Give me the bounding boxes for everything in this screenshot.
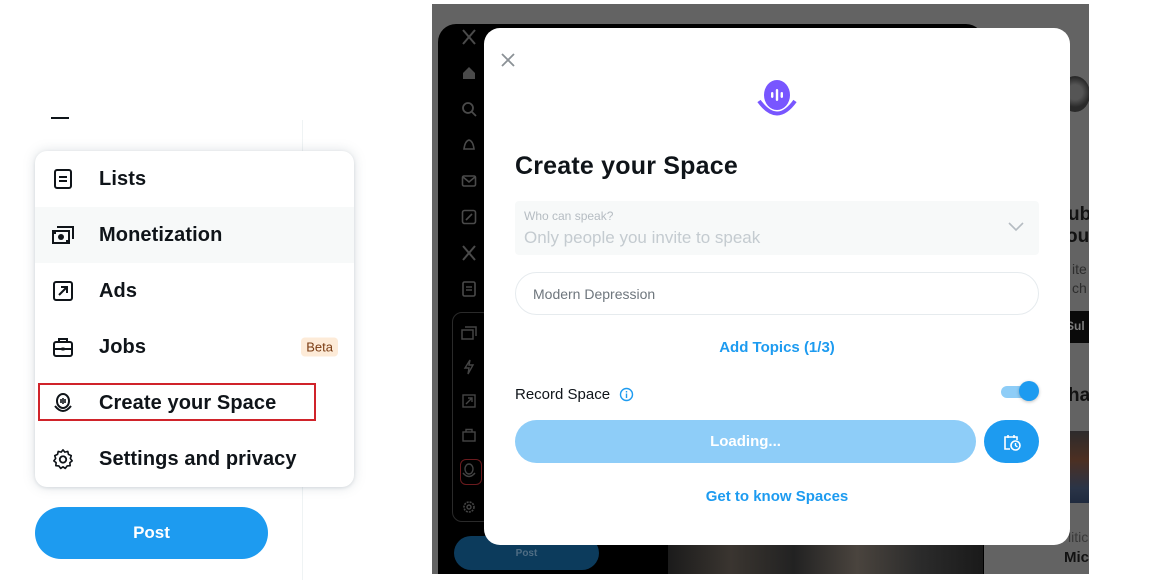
menu-item-ads[interactable]: Ads xyxy=(35,263,354,319)
info-icon[interactable] xyxy=(619,387,634,402)
background-text-fragment: ite xyxy=(1072,261,1087,277)
get-to-know-spaces-link[interactable]: Get to know Spaces xyxy=(484,488,1070,505)
ads-arrow-icon xyxy=(51,279,75,303)
post-button[interactable]: Post xyxy=(35,507,268,559)
add-topics-link[interactable]: Add Topics (1/3) xyxy=(484,339,1070,356)
menu-item-label: Ads xyxy=(99,279,138,302)
menu-item-lists[interactable]: Lists xyxy=(35,151,354,207)
menu-item-label: Settings and privacy xyxy=(99,447,297,470)
background-highlight-box xyxy=(460,459,482,485)
who-can-speak-select[interactable]: Who can speak? Only people you invite to… xyxy=(515,201,1039,255)
background-heading-fragment: ub xyxy=(1068,204,1089,225)
menu-item-jobs[interactable]: Jobs Beta xyxy=(35,319,354,375)
menu-item-create-space[interactable]: Create your Space xyxy=(35,375,354,431)
briefcase-icon xyxy=(51,335,75,359)
left-panel: Lists Monetization Ads Jobs Beta Create … xyxy=(0,0,420,580)
menu-item-label: Monetization xyxy=(99,223,223,246)
start-space-button[interactable]: Loading... xyxy=(515,420,976,463)
create-space-modal: Create your Space Who can speak? Only pe… xyxy=(484,28,1070,545)
schedule-space-button[interactable] xyxy=(984,420,1039,463)
menu-item-settings[interactable]: Settings and privacy xyxy=(35,431,354,487)
home-icon xyxy=(458,62,480,84)
space-name-input[interactable] xyxy=(515,272,1039,315)
menu-item-monetization[interactable]: Monetization xyxy=(35,207,354,263)
premium-x-icon xyxy=(458,242,480,264)
record-space-row: Record Space xyxy=(515,384,634,404)
menu-partial-icon xyxy=(51,117,69,119)
background-photo xyxy=(668,544,983,574)
lists-icon xyxy=(458,278,480,300)
background-name-fragment: Miche xyxy=(1064,549,1089,566)
chevron-down-icon xyxy=(1008,222,1024,232)
record-space-label: Record Space xyxy=(515,385,611,403)
menu-item-label: Jobs xyxy=(99,335,147,358)
list-icon xyxy=(51,167,75,191)
gear-icon xyxy=(51,447,75,471)
mail-icon xyxy=(458,170,480,192)
close-icon xyxy=(501,53,515,67)
beta-badge: Beta xyxy=(301,337,338,357)
menu-item-label: Create your Space xyxy=(99,391,277,414)
more-menu: Lists Monetization Ads Jobs Beta Create … xyxy=(35,151,354,487)
background-text-fragment: ch xyxy=(1072,280,1087,296)
background-section-fragment: ha xyxy=(1068,385,1089,406)
close-button[interactable] xyxy=(498,50,518,70)
money-icon xyxy=(51,223,75,247)
grok-icon xyxy=(458,206,480,228)
search-icon xyxy=(458,98,480,120)
menu-item-label: Lists xyxy=(99,167,147,190)
spaces-icon xyxy=(51,391,75,415)
bell-icon xyxy=(458,134,480,156)
modal-title: Create your Space xyxy=(515,152,738,180)
who-can-speak-value: Only people you invite to speak xyxy=(524,228,761,247)
calendar-clock-icon xyxy=(1003,434,1021,451)
record-space-toggle[interactable] xyxy=(1001,381,1039,403)
x-logo-icon xyxy=(458,26,480,48)
background-caption-fragment: litic xyxy=(1068,529,1089,545)
toggle-knob xyxy=(1019,381,1039,401)
who-can-speak-label: Who can speak? xyxy=(524,209,614,223)
spaces-logo-icon xyxy=(757,80,797,116)
